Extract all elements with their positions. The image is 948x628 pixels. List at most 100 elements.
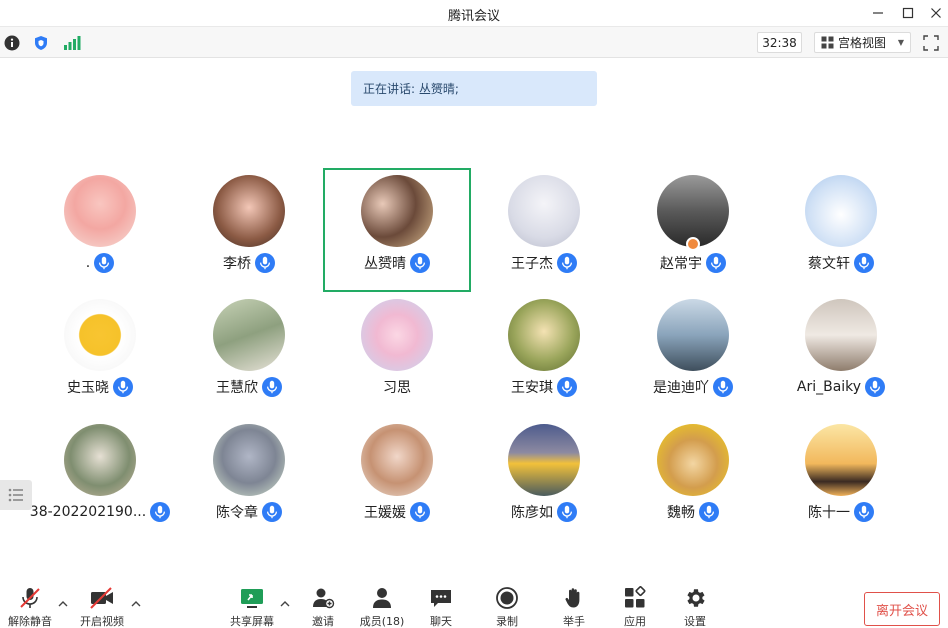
avatar bbox=[64, 175, 136, 247]
participant-tile[interactable]: 是迪迪吖 bbox=[619, 292, 767, 416]
participant-name: 史玉晓 bbox=[67, 380, 109, 396]
avatar bbox=[657, 299, 729, 371]
participant-name: 是迪迪吖 bbox=[653, 380, 709, 396]
mic-icon bbox=[858, 505, 870, 519]
video-options-arrow[interactable] bbox=[130, 598, 142, 610]
view-mode-dropdown[interactable]: 宫格视图 ▼ bbox=[814, 32, 911, 53]
participant-tile[interactable]: 史玉晓 bbox=[26, 292, 174, 416]
share-screen-icon bbox=[241, 589, 263, 608]
chat-icon bbox=[431, 590, 451, 607]
participant-name: . bbox=[85, 255, 91, 271]
share-screen-label: 共享屏幕 bbox=[230, 615, 274, 628]
participant-tile[interactable]: 李桥 bbox=[175, 168, 323, 292]
participant-tile[interactable]: 赵常宇 bbox=[619, 168, 767, 292]
avatar bbox=[64, 424, 136, 496]
mic-icon bbox=[870, 380, 881, 394]
maximize-button[interactable] bbox=[896, 3, 920, 23]
side-panel-toggle[interactable] bbox=[0, 480, 32, 510]
leave-meeting-button[interactable]: 离开会议 bbox=[864, 592, 940, 626]
participant-tile[interactable]: 魏畅 bbox=[619, 417, 767, 541]
mic-icon bbox=[717, 380, 729, 394]
participant-name-bar: 王慧欣 bbox=[175, 376, 323, 398]
close-button[interactable] bbox=[924, 3, 948, 23]
chat-button[interactable]: 聊天 bbox=[413, 586, 469, 628]
mic-status-icon bbox=[94, 253, 115, 273]
share-options-arrow[interactable] bbox=[279, 598, 291, 610]
record-label: 录制 bbox=[496, 615, 518, 628]
participant-tile[interactable]: 王慧欣 bbox=[175, 292, 323, 416]
participant-name: 赵常宇 bbox=[660, 256, 702, 272]
members-button[interactable]: 成员(18) bbox=[354, 586, 410, 628]
info-button[interactable] bbox=[3, 34, 21, 52]
participant-name-bar: 陈令章 bbox=[175, 501, 323, 523]
close-icon bbox=[931, 8, 941, 18]
participant-name-bar: 丛赟晴 bbox=[325, 252, 469, 274]
chevron-up-icon bbox=[131, 601, 141, 607]
mic-status-icon bbox=[865, 377, 886, 397]
participant-name-bar: 李桥 bbox=[175, 252, 323, 274]
participant-name-bar: 王子杰 bbox=[470, 252, 618, 274]
mic-icon bbox=[414, 256, 426, 270]
participant-tile[interactable]: 王媛媛 bbox=[323, 417, 471, 541]
chevron-up-icon bbox=[280, 601, 290, 607]
participant-name-bar: 王媛媛 bbox=[323, 501, 471, 523]
mic-icon bbox=[414, 505, 426, 519]
participant-tile[interactable]: 陈彦如 bbox=[470, 417, 618, 541]
mic-status-icon bbox=[262, 377, 282, 397]
avatar bbox=[361, 299, 433, 371]
participant-tile[interactable]: 王子杰 bbox=[470, 168, 618, 292]
participant-name-bar: 王安琪 bbox=[470, 376, 618, 398]
video-off-icon bbox=[90, 587, 113, 609]
minimize-button[interactable] bbox=[866, 3, 890, 23]
avatar bbox=[508, 175, 580, 247]
participant-name-bar: 习思 bbox=[323, 376, 471, 398]
mic-muted-icon bbox=[20, 588, 40, 608]
participant-tile[interactable]: 王安琪 bbox=[470, 292, 618, 416]
avatar bbox=[508, 424, 580, 496]
avatar bbox=[805, 299, 877, 371]
participant-tile[interactable]: 陈令章 bbox=[175, 417, 323, 541]
participant-tile[interactable]: Ari_Baiky bbox=[767, 292, 915, 416]
share-screen-button[interactable]: 共享屏幕 bbox=[224, 586, 280, 628]
network-status-button[interactable] bbox=[63, 34, 81, 52]
fullscreen-icon bbox=[923, 35, 939, 51]
meeting-toolbar: 32:38 宫格视图 ▼ bbox=[0, 26, 948, 58]
invite-button[interactable]: 邀请 bbox=[295, 586, 351, 628]
shield-icon bbox=[35, 36, 47, 50]
apps-button[interactable]: 应用 bbox=[607, 586, 663, 628]
mic-icon bbox=[561, 256, 573, 270]
raise-hand-button[interactable]: 举手 bbox=[546, 586, 602, 628]
participant-tile[interactable]: 陈十一 bbox=[767, 417, 915, 541]
participant-tile[interactable]: . bbox=[26, 168, 174, 292]
title-bar: 腾讯会议 bbox=[0, 0, 948, 26]
participant-tile[interactable]: 蔡文轩 bbox=[767, 168, 915, 292]
avatar bbox=[657, 424, 729, 496]
mic-status-icon bbox=[557, 377, 577, 397]
avatar bbox=[213, 175, 285, 247]
chevron-down-icon: ▼ bbox=[897, 38, 904, 47]
security-button[interactable] bbox=[32, 34, 50, 52]
participant-name: 陈十一 bbox=[808, 505, 850, 521]
avatar bbox=[361, 175, 433, 247]
settings-button[interactable]: 设置 bbox=[667, 586, 723, 628]
mic-status-icon bbox=[699, 502, 719, 522]
record-icon bbox=[496, 587, 518, 609]
unmute-button[interactable]: 解除静音 bbox=[2, 586, 58, 628]
participant-tile[interactable]: 丛赟晴 bbox=[323, 168, 471, 292]
start-video-button[interactable]: 开启视频 bbox=[74, 586, 130, 628]
list-icon bbox=[8, 488, 23, 502]
info-icon bbox=[4, 35, 20, 51]
record-button[interactable]: 录制 bbox=[479, 586, 535, 628]
participant-name: 习思 bbox=[383, 380, 411, 396]
participant-tile[interactable]: 习思 bbox=[323, 292, 471, 416]
mic-icon bbox=[858, 256, 870, 270]
participant-name-bar: 蔡文轩 bbox=[767, 252, 915, 274]
fullscreen-button[interactable] bbox=[921, 33, 941, 53]
audio-options-arrow[interactable] bbox=[57, 598, 69, 610]
grid-view-icon bbox=[821, 36, 834, 49]
invite-label: 邀请 bbox=[312, 615, 334, 628]
mic-status-icon bbox=[262, 502, 282, 522]
participant-tile[interactable]: 38-202202190... bbox=[26, 417, 174, 541]
mic-icon bbox=[259, 256, 271, 270]
host-badge-icon bbox=[686, 237, 700, 251]
